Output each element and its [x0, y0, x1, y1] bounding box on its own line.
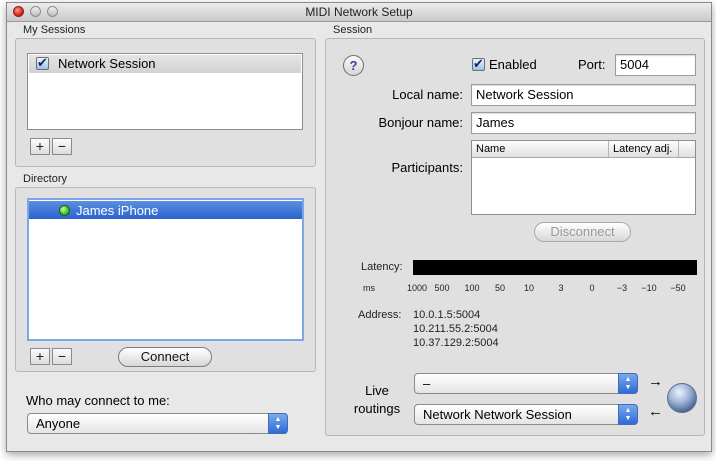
column-header-name[interactable]: Name [476, 141, 505, 157]
address-label: Address: [358, 309, 402, 321]
bonjour-name-label: Bonjour name: [378, 115, 463, 130]
directory-group: James iPhone + − Connect [15, 187, 316, 372]
directory-list[interactable]: James iPhone [27, 198, 304, 341]
enabled-checkbox[interactable] [472, 56, 485, 72]
latency-tick-label: 500 [434, 283, 450, 293]
port-field[interactable]: 5004 [615, 54, 696, 76]
popup-arrows-icon: ▲ ▼ [618, 373, 638, 394]
routing-in-value: – [423, 376, 431, 391]
latency-tick-label: 0 [589, 283, 595, 293]
latency-tick-label: −10 [641, 283, 657, 293]
participants-label: Participants: [391, 160, 463, 175]
list-item[interactable]: James iPhone [29, 201, 302, 219]
local-name-label: Local name: [392, 87, 463, 102]
address-line: 10.0.1.5:5004 [413, 309, 481, 321]
latency-tick-label: 3 [558, 283, 564, 293]
sessions-list[interactable]: Network Session [27, 53, 303, 130]
online-status-icon [59, 205, 70, 216]
bonjour-name-field[interactable]: James [471, 112, 696, 134]
latency-tick-label: 100 [464, 283, 480, 293]
session-enabled-checkbox[interactable] [36, 55, 49, 71]
enabled-label: Enabled [489, 57, 537, 72]
remove-directory-button[interactable]: − [52, 348, 72, 365]
remove-session-button[interactable]: − [52, 138, 72, 155]
popup-arrows-icon: ▲ ▼ [618, 404, 638, 425]
arrow-left-icon: ← [648, 403, 663, 420]
latency-tick-label: 10 [523, 283, 534, 293]
title-bar: MIDI Network Setup [7, 3, 711, 22]
network-globe-icon [667, 383, 697, 413]
port-label: Port: [578, 57, 606, 72]
latency-tick-label: −3 [616, 283, 628, 293]
session-heading: Session [333, 24, 373, 36]
my-sessions-heading: My Sessions [23, 24, 86, 36]
list-item[interactable]: Network Session [29, 55, 301, 73]
latency-unit: ms [363, 283, 375, 293]
participants-header: Name Latency adj. [472, 141, 695, 158]
popup-arrows-icon: ▲ ▼ [268, 413, 288, 434]
latency-tick-label: 1000 [406, 283, 428, 293]
live-routings-label: Live [365, 383, 389, 398]
routing-out-popup[interactable]: Network Network Session ▲ ▼ [414, 404, 638, 425]
latency-tick-label: −50 [670, 283, 686, 293]
session-label: Network Session [58, 56, 156, 71]
window-title: MIDI Network Setup [305, 5, 413, 19]
participants-table[interactable]: Name Latency adj. [471, 140, 696, 215]
disconnect-button[interactable]: Disconnect [534, 222, 631, 242]
add-session-button[interactable]: + [30, 138, 50, 155]
directory-heading: Directory [23, 173, 68, 185]
zoom-window-button[interactable] [47, 6, 58, 17]
local-name-field[interactable]: Network Session [471, 84, 696, 106]
minimize-window-button[interactable] [30, 6, 41, 17]
routing-out-value: Network Network Session [423, 407, 572, 422]
arrow-right-icon: → [648, 373, 663, 390]
latency-tick-label: 50 [494, 283, 505, 293]
help-button[interactable]: ? [343, 55, 364, 76]
column-header-latency[interactable]: Latency adj. [608, 141, 672, 157]
latency-label: Latency: [361, 261, 403, 273]
add-directory-button[interactable]: + [30, 348, 50, 365]
close-window-button[interactable] [13, 6, 24, 17]
session-group: ? Enabled Port: 5004 Local name: Network… [325, 38, 705, 436]
address-line: 10.37.129.2:5004 [413, 337, 499, 349]
address-line: 10.211.55.2:5004 [413, 323, 498, 335]
who-may-connect-popup[interactable]: Anyone ▲ ▼ [27, 413, 288, 434]
directory-item-label: James iPhone [76, 203, 159, 218]
who-may-connect-value: Anyone [36, 416, 81, 431]
who-may-connect-label: Who may connect to me: [26, 393, 170, 408]
live-routings-label-2: routings [353, 401, 401, 416]
midi-network-setup-window: MIDI Network Setup My Sessions Network S… [6, 2, 712, 452]
routing-in-popup[interactable]: – ▲ ▼ [414, 373, 638, 394]
my-sessions-group: Network Session + − [15, 38, 316, 167]
column-header-divider [678, 141, 679, 157]
connect-button[interactable]: Connect [118, 347, 212, 367]
latency-bar [413, 260, 697, 275]
